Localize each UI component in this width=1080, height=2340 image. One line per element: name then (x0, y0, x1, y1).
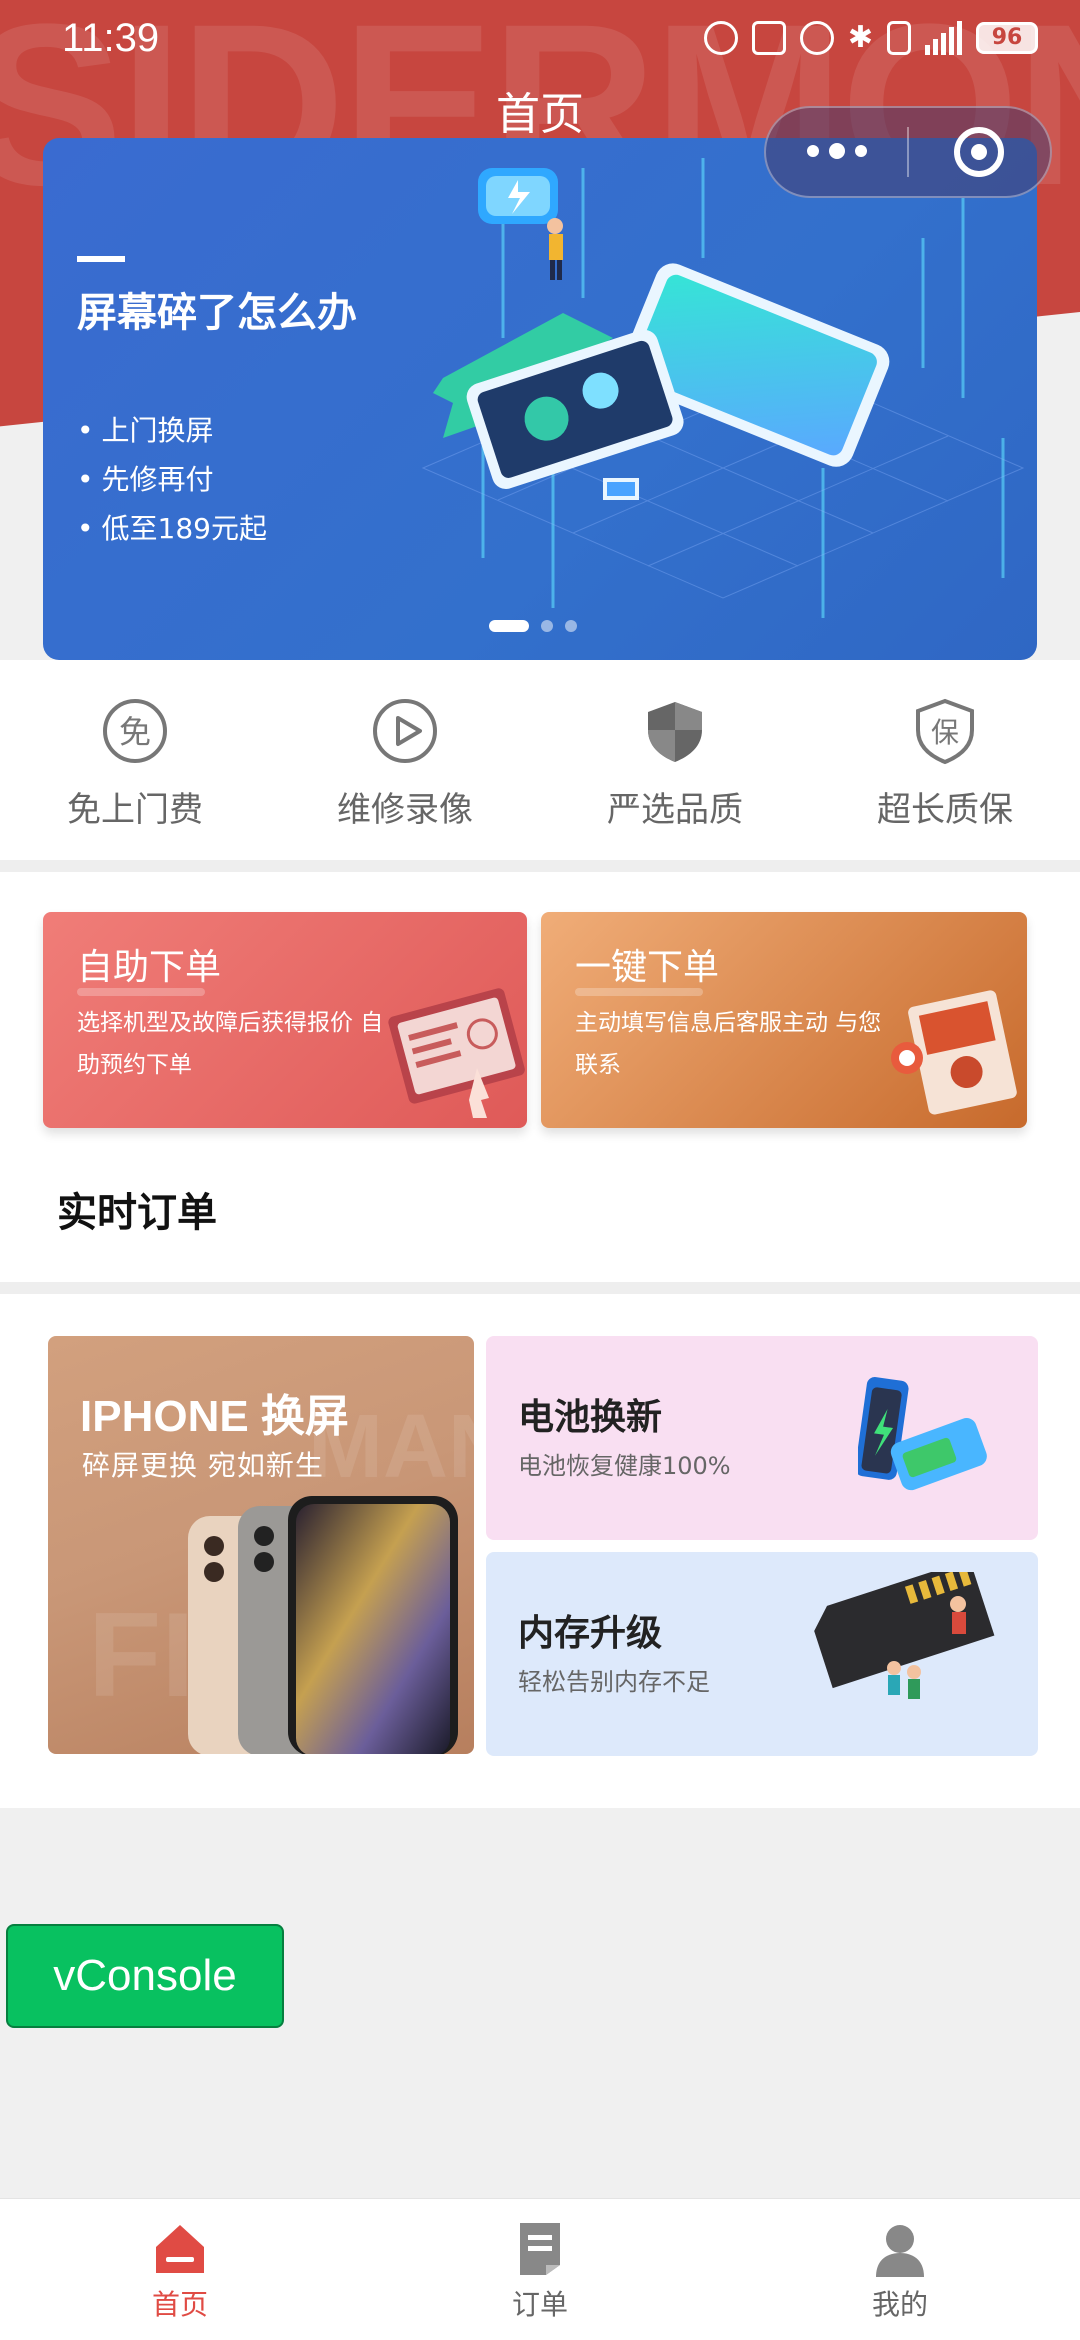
banner-point: 低至189元起 (77, 504, 267, 553)
promo-subtitle: 轻松告别内存不足 (518, 1668, 710, 1696)
touch-tablet-illustration (388, 988, 525, 1118)
tab-orders[interactable]: 订单 (360, 2199, 720, 2340)
banner-point: 先修再付 (77, 455, 267, 504)
order-card-desc: 主动填写信息后客服主动 与您联系 (575, 1010, 882, 1078)
phone-repair-illustration (421, 158, 1025, 618)
feature-label: 维修录像 (337, 790, 473, 830)
banner-dot[interactable] (565, 620, 577, 632)
warranty-shield-icon: 保 (916, 698, 974, 765)
status-icons: ✱ 96 (703, 20, 1038, 55)
order-card-title: 自助下单 (77, 947, 222, 988)
iphone-screen-promo[interactable]: MAN FIX IPHONE 换屏 碎屏更换 宛如新生 (48, 1336, 474, 1754)
more-button[interactable] (766, 143, 907, 159)
svg-text:免: 免 (119, 713, 151, 751)
promo-title: IPHONE 换屏 (80, 1392, 349, 1441)
banner-title: 屏幕碎了怎么办 (77, 290, 357, 336)
promo-subtitle: 碎屏更换 宛如新生 (82, 1449, 324, 1482)
status-bar: 11:39 ✱ 96 (0, 0, 1080, 80)
user-icon (876, 2225, 924, 2277)
one-click-order-card[interactable]: 一键下单 主动填写信息后客服主动 与您联系 (541, 912, 1027, 1128)
battery-replacement-promo[interactable]: 电池换新 电池恢复健康100% (486, 1336, 1038, 1540)
miniprogram-capsule (764, 106, 1052, 198)
close-miniprogram-button[interactable] (909, 127, 1050, 177)
target-icon (954, 127, 1005, 177)
tab-label: 我的 (871, 2288, 928, 2321)
banner-dot[interactable] (541, 620, 553, 632)
status-time: 11:39 (62, 16, 160, 60)
shield-icon (648, 702, 702, 762)
promo-title: 内存升级 (518, 1613, 663, 1654)
tab-home[interactable]: 首页 (0, 2199, 360, 2340)
banner-point: 上门换屏 (77, 406, 267, 455)
order-doc-icon (520, 2223, 560, 2275)
nfc-icon (751, 20, 786, 55)
bluetooth-icon: ✱ (847, 20, 873, 55)
order-section: 自助下单 选择机型及故障后获得报价 自助预约下单 一键下单 主动填写信息后客服主… (0, 872, 1080, 1282)
home-icon (156, 2225, 204, 2273)
promo-subtitle: 电池恢复健康100% (518, 1452, 731, 1480)
memory-card-illustration (814, 1572, 995, 1699)
vconsole-button[interactable]: vConsole (6, 1924, 284, 2028)
vibrate-icon (887, 20, 911, 55)
service-illustration (891, 990, 1017, 1115)
order-card-title: 一键下单 (575, 947, 720, 988)
battery-illustration (858, 1377, 987, 1491)
feature-warranty[interactable]: 保 超长质保 (810, 660, 1080, 860)
order-card-desc: 选择机型及故障后获得报价 自助预约下单 (77, 1010, 384, 1078)
feature-free-visit[interactable]: 免 免上门费 (0, 660, 270, 860)
iphone-image (188, 1496, 458, 1754)
section-divider (0, 860, 1080, 872)
feature-label: 免上门费 (67, 790, 203, 830)
feature-label: 超长质保 (877, 790, 1013, 830)
banner-points: 上门换屏 先修再付 低至189元起 (77, 406, 267, 553)
banner-pagination[interactable] (489, 620, 577, 632)
memory-upgrade-promo[interactable]: 内存升级 轻松告别内存不足 (486, 1552, 1038, 1756)
free-badge-icon: 免 (103, 699, 167, 763)
banner-dash (77, 256, 125, 262)
hd-call-icon (703, 20, 738, 55)
tab-profile[interactable]: 我的 (720, 2199, 1080, 2340)
signal-icon (925, 20, 962, 55)
svg-text:保: 保 (931, 716, 959, 749)
feature-quality[interactable]: 严选品质 (540, 660, 810, 860)
bottom-tab-bar: 首页 订单 我的 (0, 2198, 1080, 2340)
feature-label: 严选品质 (607, 790, 743, 830)
promo-title: 电池换新 (518, 1397, 663, 1438)
feature-row: 免 免上门费 维修录像 严选品质 保 超长质保 (0, 660, 1080, 860)
play-circle-icon (373, 699, 437, 763)
realtime-orders-title: 实时订单 (57, 1190, 217, 1236)
battery-icon: 96 (976, 21, 1038, 54)
tab-label: 首页 (151, 2288, 208, 2321)
tab-label: 订单 (511, 2288, 568, 2321)
self-service-order-card[interactable]: 自助下单 选择机型及故障后获得报价 自助预约下单 (43, 912, 527, 1128)
feature-repair-video[interactable]: 维修录像 (270, 660, 540, 860)
promo-section: MAN FIX IPHONE 换屏 碎屏更换 宛如新生 电池换新 电池恢复健康1… (0, 1294, 1080, 1808)
alarm-icon (799, 20, 834, 55)
banner-dot-active[interactable] (489, 620, 529, 632)
section-divider (0, 1282, 1080, 1294)
banner-carousel[interactable]: 屏幕碎了怎么办 上门换屏 先修再付 低至189元起 (43, 138, 1037, 660)
